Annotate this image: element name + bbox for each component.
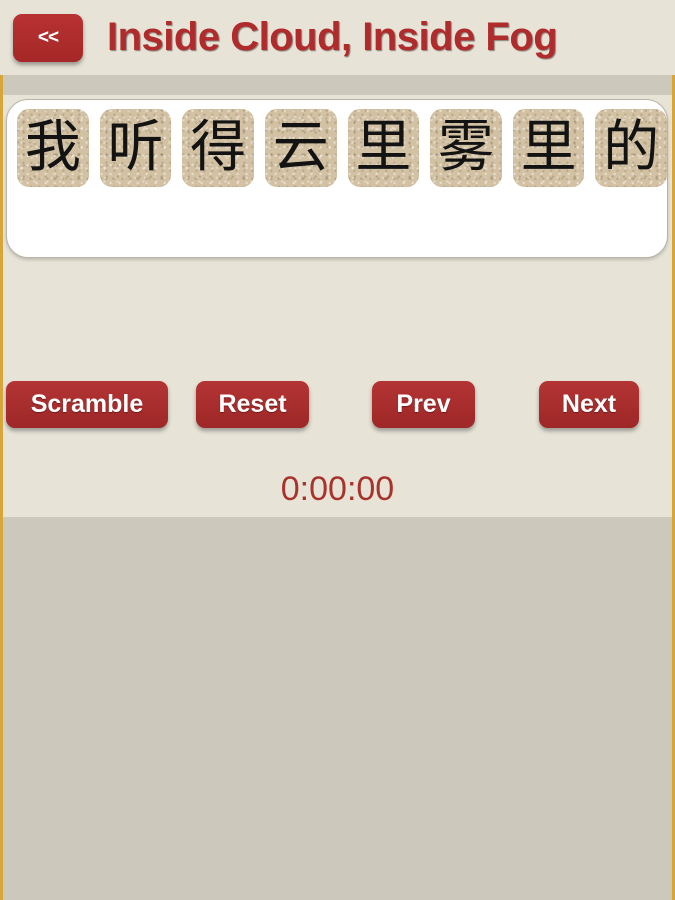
reset-button[interactable]: Reset — [196, 381, 309, 428]
character-tile[interactable]: 我 — [17, 109, 89, 187]
character-tile[interactable]: 雾 — [430, 109, 502, 187]
timer-display: 0:00:00 — [280, 470, 395, 508]
app-root: << Inside Cloud, Inside Fog 我 听 得 云 里 雾 … — [0, 0, 675, 900]
character-tile[interactable]: 里 — [512, 109, 585, 187]
character-tile[interactable]: 的 — [595, 109, 667, 187]
control-button-row: Scramble Reset Prev Next — [3, 381, 672, 431]
character-tile[interactable]: 里 — [347, 109, 420, 187]
back-button[interactable]: << — [13, 13, 83, 62]
character-tile[interactable]: 得 — [182, 109, 254, 187]
character-tile[interactable]: 听 — [99, 109, 172, 187]
character-tile[interactable]: 云 — [264, 109, 337, 187]
header-sub-band — [0, 75, 675, 95]
character-tile-row: 我 听 得 云 里 雾 里 的 — [17, 109, 667, 187]
lower-empty-area — [3, 517, 672, 900]
prev-button[interactable]: Prev — [372, 381, 475, 428]
scramble-button[interactable]: Scramble — [6, 381, 168, 428]
page-title: Inside Cloud, Inside Fog — [107, 15, 558, 59]
content-panel: 我 听 得 云 里 雾 里 的 Scramble Reset Prev Next… — [3, 95, 672, 517]
app-header: << Inside Cloud, Inside Fog — [0, 0, 675, 75]
sentence-box[interactable]: 我 听 得 云 里 雾 里 的 — [6, 99, 668, 258]
next-button[interactable]: Next — [539, 381, 639, 428]
left-edge-strip — [0, 75, 3, 900]
